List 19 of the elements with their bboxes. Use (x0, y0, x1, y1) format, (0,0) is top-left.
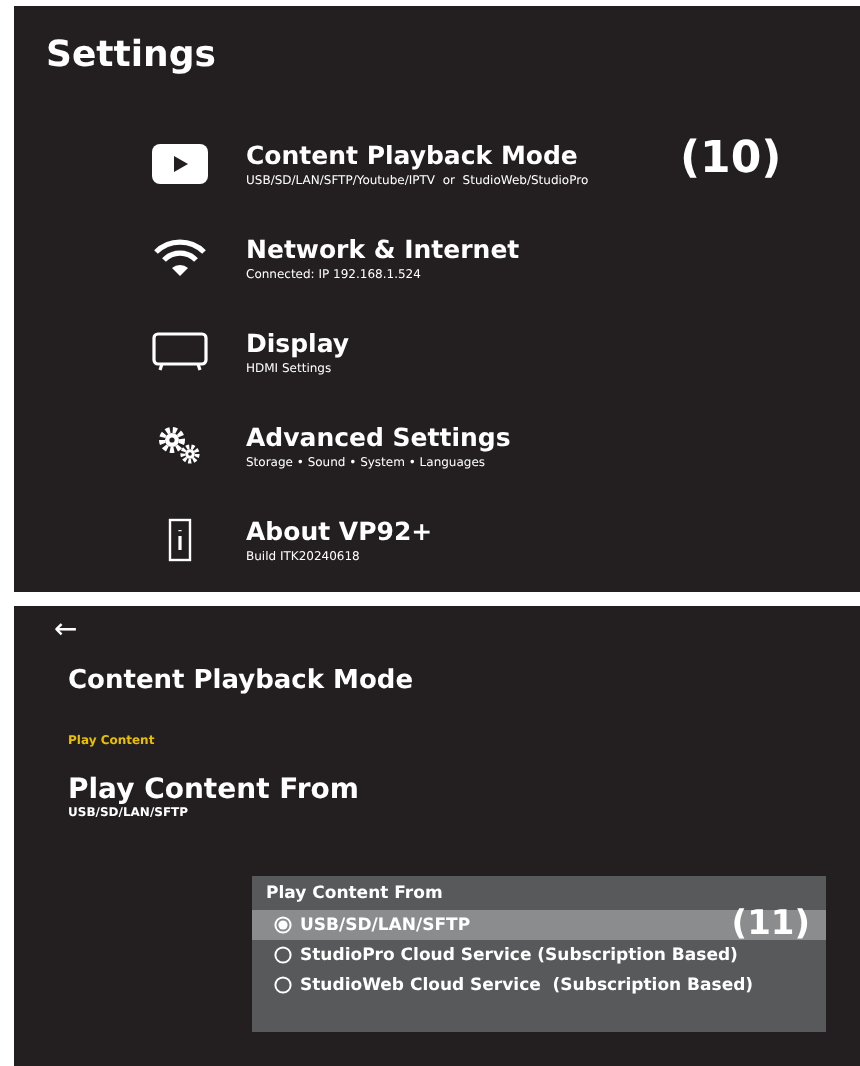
back-button[interactable]: ← (54, 614, 78, 646)
menu-item-title[interactable]: About VP92+ (246, 516, 433, 546)
menu-item-title[interactable]: Display (246, 328, 350, 358)
menu-item-title[interactable]: Network & Internet (246, 234, 520, 264)
callout-label: (10) (680, 134, 782, 184)
tv-icon (152, 332, 208, 372)
menu-item-title[interactable]: Content Playback Mode (246, 140, 578, 170)
radio-option[interactable]: StudioPro Cloud Service (Subscription Based) (252, 940, 826, 970)
setting-title[interactable]: Play Content From (68, 774, 359, 806)
screen-title: Content Playback Mode (68, 666, 414, 696)
screen-title: Settings (46, 34, 216, 76)
play-icon (152, 144, 208, 184)
radio-option[interactable]: StudioWeb Cloud Service (Subscription Based) (252, 970, 826, 1000)
info-icon (168, 518, 192, 562)
menu-item-title[interactable]: Advanced Settings (246, 422, 511, 452)
gears-icon (158, 426, 202, 466)
dialog-title: Play Content From (266, 884, 443, 904)
callout-label: (11) (731, 904, 810, 944)
wifi-icon (154, 238, 206, 278)
